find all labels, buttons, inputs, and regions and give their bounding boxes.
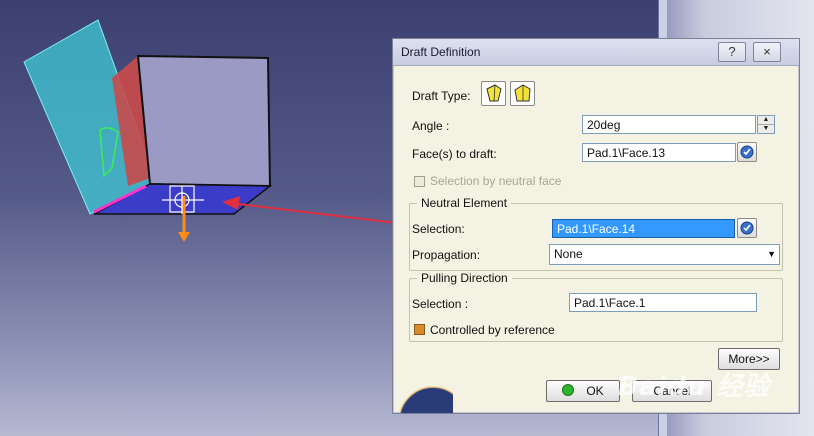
propagation-dropdown[interactable]: None ▼ xyxy=(549,244,780,265)
neutral-selection-input[interactable]: Pad.1\Face.14 xyxy=(552,219,735,238)
dialog-title: Draft Definition xyxy=(401,45,481,59)
dialog-titlebar[interactable]: Draft Definition ? × xyxy=(393,39,799,66)
angle-spinner[interactable]: ▲ ▼ xyxy=(757,115,775,134)
draft-basic-icon xyxy=(486,84,502,102)
ok-label: OK xyxy=(586,384,604,398)
propagation-label: Propagation: xyxy=(412,248,481,262)
draft-definition-dialog: Draft Definition ? × Draft Type: Angle :… xyxy=(392,38,800,414)
spin-down-icon[interactable]: ▼ xyxy=(758,125,774,133)
pulling-selection-label: Selection : xyxy=(412,297,469,311)
draft-variable-icon xyxy=(514,84,531,102)
spin-up-icon[interactable]: ▲ xyxy=(758,116,774,125)
faces-label: Face(s) to draft: xyxy=(412,147,497,161)
neutral-selection-label: Selection: xyxy=(412,222,465,236)
earth-decoration-icon xyxy=(398,386,453,413)
neutral-face-checkbox-label: Selection by neutral face xyxy=(430,174,562,188)
draft-type-basic-button[interactable] xyxy=(481,81,506,106)
cube-front-face[interactable] xyxy=(136,54,272,188)
help-button[interactable]: ? xyxy=(718,42,746,62)
chevron-down-icon[interactable]: ▼ xyxy=(767,245,776,264)
neutral-face-checkbox[interactable] xyxy=(414,176,425,187)
selection-list-icon xyxy=(740,221,754,235)
controlled-by-reference-label: Controlled by reference xyxy=(430,323,555,337)
propagation-value: None xyxy=(554,247,583,261)
ok-button[interactable]: OK xyxy=(546,380,620,402)
draft-type-variable-button[interactable] xyxy=(510,81,535,106)
neutral-selection-button[interactable] xyxy=(737,218,757,238)
selection-list-icon xyxy=(740,145,754,159)
draft-type-label: Draft Type: xyxy=(412,89,471,103)
pulling-selection-input[interactable]: Pad.1\Face.1 xyxy=(569,293,757,312)
angle-input[interactable]: 20deg xyxy=(582,115,756,134)
faces-input[interactable]: Pad.1\Face.13 xyxy=(582,143,736,162)
watermark: Baidu 经验 xyxy=(618,372,771,402)
close-button[interactable]: × xyxy=(753,42,781,62)
angle-label: Angle : xyxy=(412,119,450,133)
controlled-by-reference-checkbox[interactable] xyxy=(414,324,425,335)
neutral-element-title: Neutral Element xyxy=(417,196,512,210)
faces-selection-button[interactable] xyxy=(737,142,757,162)
ok-icon xyxy=(562,384,575,396)
pulling-direction-title: Pulling Direction xyxy=(417,271,512,285)
